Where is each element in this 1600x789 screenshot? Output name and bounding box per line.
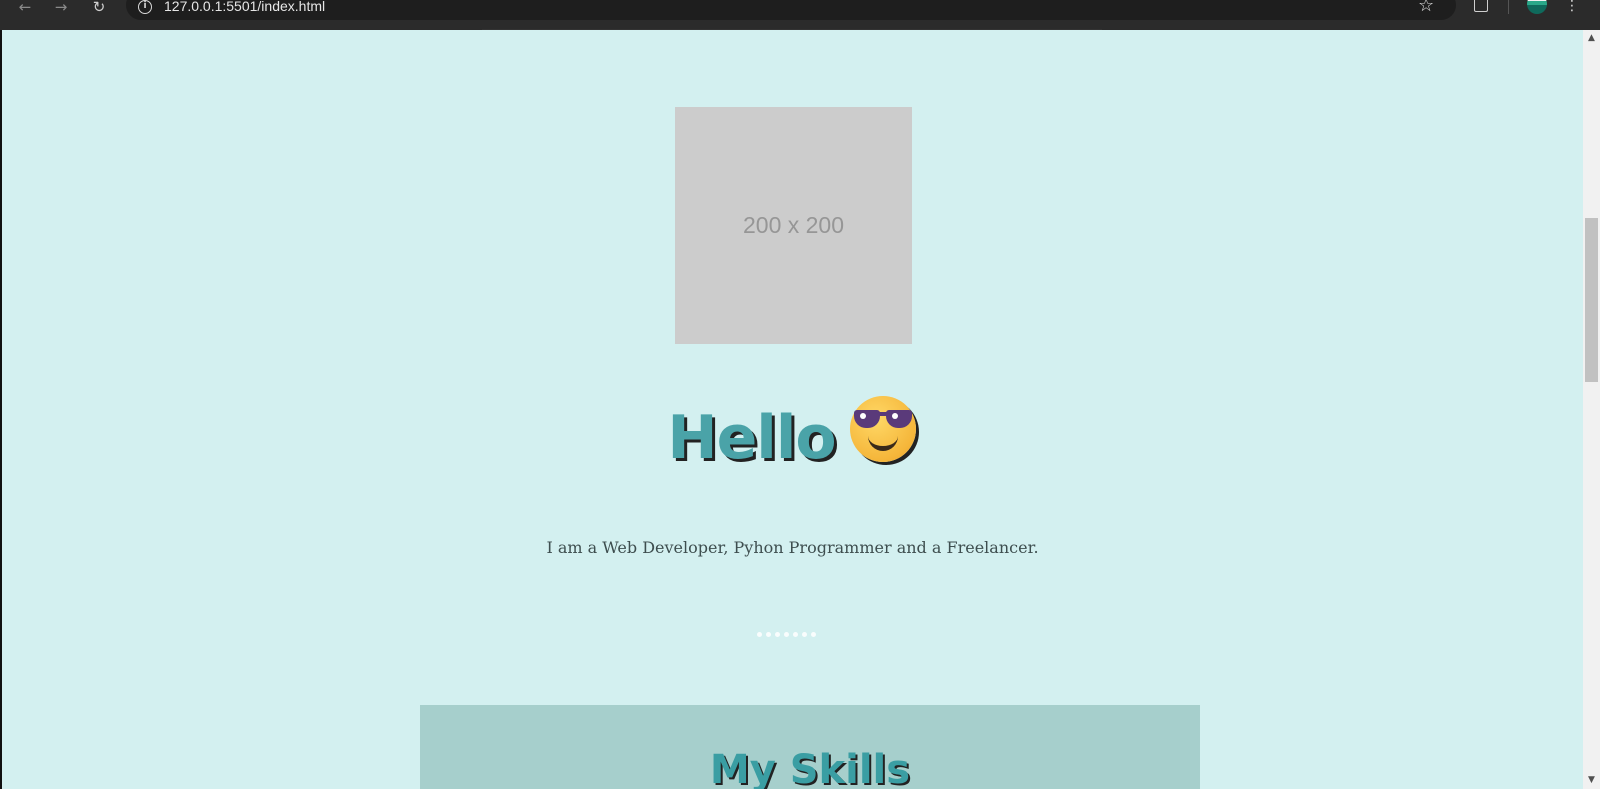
avatar[interactable] bbox=[1527, 0, 1547, 14]
greeting-text: Hello bbox=[667, 403, 836, 473]
dot bbox=[757, 632, 762, 637]
star-icon[interactable]: ☆ bbox=[1418, 0, 1434, 15]
toolbar-divider bbox=[1508, 0, 1509, 14]
vertical-scrollbar[interactable]: ▲ ▼ bbox=[1583, 30, 1600, 789]
scroll-down-arrow-icon[interactable]: ▼ bbox=[1583, 772, 1600, 789]
page-viewport: 200 x 200 Hello I am a Web Developer, Py… bbox=[0, 30, 1600, 789]
dot bbox=[793, 632, 798, 637]
placeholder-image-label: 200 x 200 bbox=[742, 212, 845, 238]
scrollbar-thumb[interactable] bbox=[1585, 218, 1598, 382]
sunglasses-emoji-icon bbox=[849, 396, 918, 464]
intro-text: I am a Web Developer, Pyhon Programmer a… bbox=[546, 538, 1039, 557]
extensions-icon[interactable] bbox=[1474, 0, 1488, 12]
browser-toolbar: ← → ↻ i 127.0.0.1:5501/index.html ☆ ⋮ bbox=[0, 0, 1600, 31]
skills-heading: My Skills bbox=[709, 747, 911, 789]
forward-arrow-icon[interactable]: → bbox=[52, 0, 70, 15]
back-arrow-icon[interactable]: ← bbox=[16, 0, 34, 15]
dot bbox=[775, 632, 780, 637]
skills-section: My Skills bbox=[420, 705, 1200, 789]
address-bar[interactable]: i 127.0.0.1:5501/index.html bbox=[126, 0, 1456, 20]
url-text[interactable]: 127.0.0.1:5501/index.html bbox=[164, 0, 325, 14]
site-info-icon[interactable]: i bbox=[138, 0, 152, 14]
dot bbox=[802, 632, 807, 637]
profile-image-placeholder: 200 x 200 bbox=[675, 107, 912, 344]
greeting-heading: Hello bbox=[2, 396, 1583, 478]
dot bbox=[811, 632, 816, 637]
dot bbox=[784, 632, 789, 637]
scroll-up-arrow-icon[interactable]: ▲ bbox=[1583, 30, 1600, 47]
divider-dots bbox=[757, 632, 816, 637]
more-vert-icon[interactable]: ⋮ bbox=[1565, 0, 1579, 13]
dot bbox=[766, 632, 771, 637]
reload-icon[interactable]: ↻ bbox=[90, 0, 108, 15]
